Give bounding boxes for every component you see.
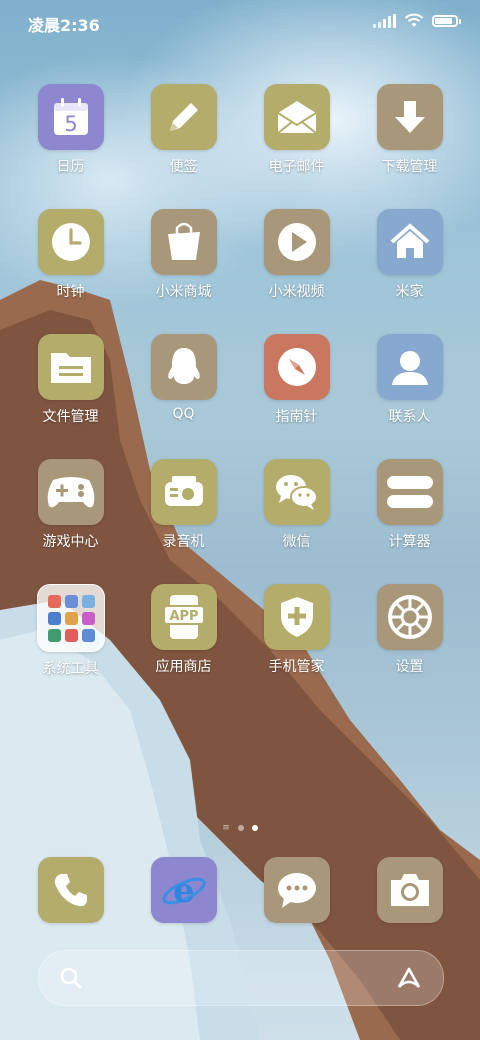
app-label: 下载管理 [381,159,438,175]
folder-icon [37,334,104,400]
voice-assistant-icon[interactable] [395,965,423,991]
app-envelope[interactable]: 电子邮件 [240,84,353,209]
app-label: 系统工具 [42,661,99,677]
folder-system-tools-icon [36,584,105,652]
browser-icon: e [150,857,217,923]
app-label: 游戏中心 [42,534,99,550]
shopping-bag-icon [150,209,217,275]
app-recorder[interactable]: 录音机 [127,459,240,584]
dock-messages[interactable] [240,857,353,923]
shield-icon [263,584,330,650]
app-compass[interactable]: 指南针 [240,334,353,459]
app-gamepad[interactable]: 游戏中心 [14,459,127,584]
app-store-icon: APP [150,584,217,650]
app-label: 设置 [395,659,424,675]
phone-icon [37,857,104,923]
app-store-text: APP [169,609,198,624]
app-label: 微信 [282,534,311,550]
app-penguin[interactable]: QQ [127,334,240,459]
app-download[interactable]: 下载管理 [353,84,466,209]
app-calendar[interactable]: 5 日历 [14,84,127,209]
page-indicator: ≡ [0,823,480,833]
app-label: QQ [172,406,195,422]
gamepad-icon [37,459,104,525]
envelope-icon [263,84,330,150]
messages-icon [263,857,330,923]
penguin-icon [150,334,217,400]
app-folder[interactable]: 文件管理 [14,334,127,459]
app-label: 手机管家 [268,659,325,675]
battery-icon [432,15,461,27]
app-app-store[interactable]: APP 应用商店 [127,584,240,709]
app-shield[interactable]: 手机管家 [240,584,353,709]
home-icon [376,209,443,275]
app-label: 电子邮件 [268,159,325,175]
dock: e [14,857,466,923]
calendar-icon: 5 [37,84,104,150]
app-label: 时钟 [56,284,85,300]
app-gear[interactable]: 设置 [353,584,466,709]
app-home[interactable]: 米家 [353,209,466,334]
wifi-icon [404,13,424,27]
clock-icon [37,209,104,275]
app-pencil[interactable]: 便签 [127,84,240,209]
app-label: 小米商城 [155,284,212,300]
pencil-icon [150,84,217,150]
app-label: 米家 [395,284,424,300]
app-label: 应用商店 [155,659,212,675]
app-label: 日历 [56,159,85,175]
download-icon [376,84,443,150]
app-play[interactable]: 小米视频 [240,209,353,334]
home-page-indicator-icon: ≡ [222,823,230,833]
signal-icon [373,14,396,28]
camera-icon [376,857,443,923]
app-label: 指南针 [275,409,318,425]
app-grid: 5 日历 便签 电子邮件 下载管理时钟 小米商城 小米视频 米家文件管理 QQ 指南针 联系人游戏中… [14,84,466,709]
search-bar[interactable] [38,950,444,1006]
app-wechat[interactable]: 微信 [240,459,353,584]
app-label: 计算器 [388,534,431,550]
calendar-day-text: 5 [64,112,77,136]
wechat-icon [263,459,330,525]
play-icon [263,209,330,275]
app-folder-system-tools[interactable]: 系统工具 [14,584,127,709]
app-label: 文件管理 [42,409,99,425]
search-icon [60,967,82,989]
browser-e-text: e [173,871,195,911]
app-label: 联系人 [388,409,431,425]
compass-icon [263,334,330,400]
status-time: 凌晨2:36 [28,16,100,35]
person-icon [376,334,443,400]
app-label: 小米视频 [268,284,325,300]
app-clock[interactable]: 时钟 [14,209,127,334]
dock-camera[interactable] [353,857,466,923]
dock-browser[interactable]: e [127,857,240,923]
app-label: 录音机 [162,534,205,550]
app-person[interactable]: 联系人 [353,334,466,459]
calculator-icon [376,459,443,525]
app-label: 便签 [169,159,198,175]
recorder-icon [150,459,217,525]
app-calculator[interactable]: 计算器 [353,459,466,584]
status-bar: 凌晨2:36 [0,0,480,44]
app-shopping-bag[interactable]: 小米商城 [127,209,240,334]
gear-icon [376,584,443,650]
page-dot-active[interactable] [251,825,258,831]
dock-phone[interactable] [14,857,127,923]
page-dot[interactable] [237,825,244,831]
